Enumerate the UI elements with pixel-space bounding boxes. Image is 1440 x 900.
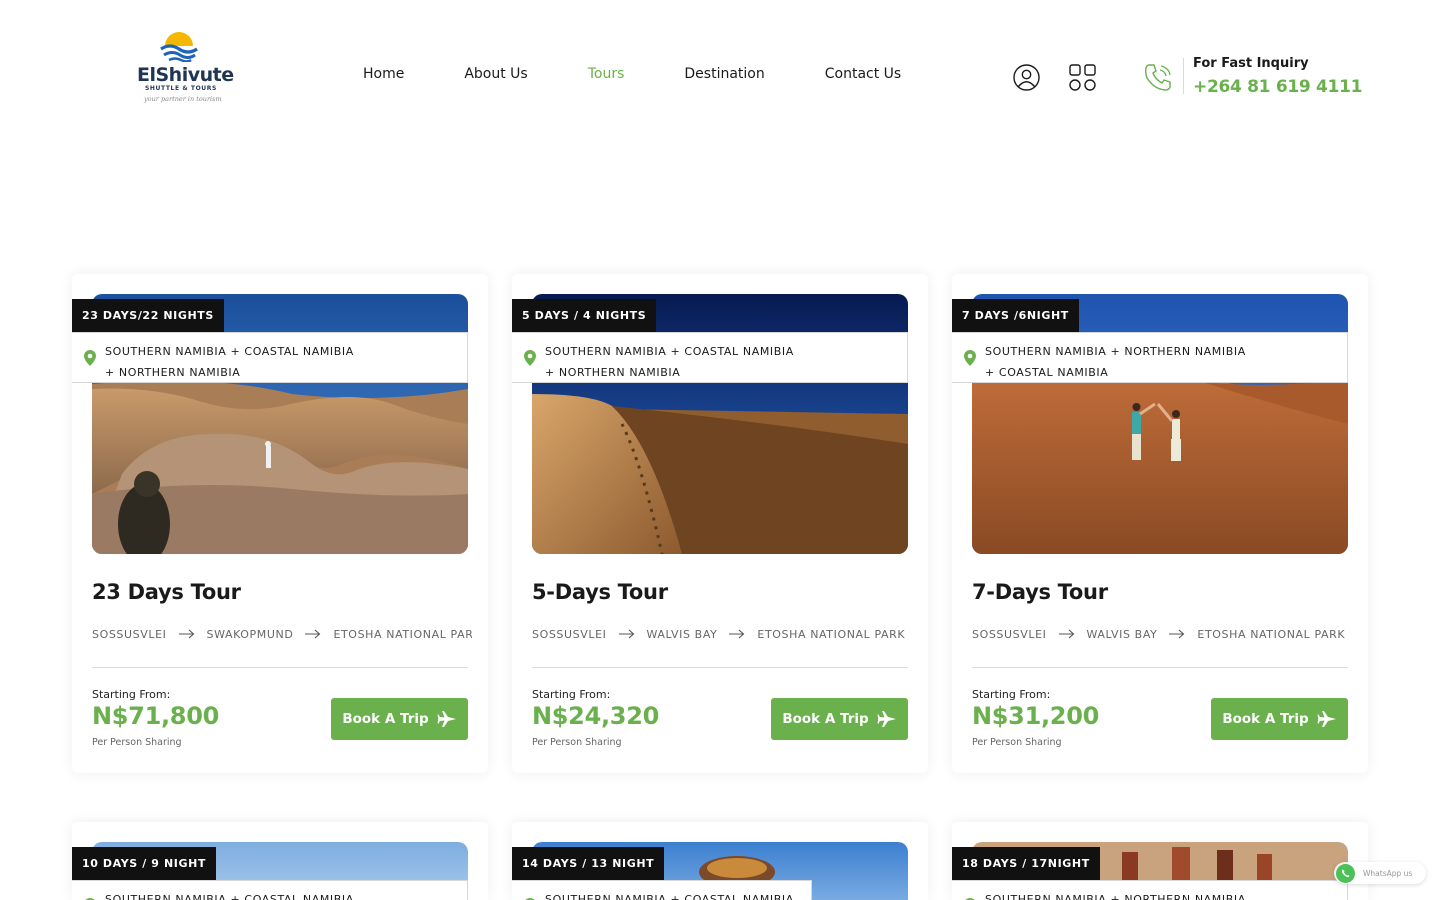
starting-from-label: Starting From: bbox=[972, 688, 1051, 701]
tour-location-line1: SOUTHERN NAMIBIA + COASTAL NAMIBIA bbox=[105, 893, 354, 900]
price-note: Per Person Sharing bbox=[972, 737, 1062, 748]
airplane-icon bbox=[437, 711, 456, 727]
card-divider bbox=[532, 667, 908, 668]
tour-duration-badge: 10 DAYS / 9 NIGHT bbox=[72, 847, 217, 880]
tour-price: N$24,320 bbox=[532, 702, 659, 730]
tour-duration-badge: 14 DAYS / 13 NIGHT bbox=[512, 847, 665, 880]
inquiry-divider bbox=[1183, 58, 1184, 94]
location-pin-icon bbox=[84, 350, 96, 366]
brand-tagline: your partner in tourism bbox=[144, 95, 222, 103]
airplane-icon bbox=[877, 711, 896, 727]
site-header: ElShivute SHUTTLE & TOURS your partner i… bbox=[0, 0, 1440, 150]
book-trip-label: Book A Trip bbox=[1222, 711, 1309, 727]
whatsapp-icon bbox=[1336, 863, 1355, 883]
tour-location-line1: SOUTHERN NAMIBIA + COASTAL NAMIBIA bbox=[545, 345, 794, 358]
tour-card: 5 DAYS / 4 NIGHTS SOUTHERN NAMIBIA + COA… bbox=[512, 274, 928, 773]
route-stop: WALVIS BAY bbox=[1086, 627, 1158, 641]
tour-location-line1: SOUTHERN NAMIBIA + COASTAL NAMIBIA bbox=[545, 893, 794, 900]
route-stop: SOSSUSVLEI bbox=[92, 627, 167, 641]
tour-card: 23 DAYS/22 NIGHTS SOUTHERN NAMIBIA + COA… bbox=[72, 274, 488, 773]
airplane-icon bbox=[1317, 711, 1336, 727]
nav-contact-us[interactable]: Contact Us bbox=[825, 66, 901, 88]
phone-call-icon bbox=[1144, 64, 1171, 91]
card-divider bbox=[972, 667, 1348, 668]
whatsapp-button[interactable]: WhatsApp us bbox=[1334, 862, 1426, 884]
book-trip-label: Book A Trip bbox=[782, 711, 869, 727]
tour-route: SOSSUSVLEI SWAKOPMUND ETOSHA NATIONAL PA… bbox=[92, 626, 472, 642]
route-stop: WALVIS BAY bbox=[646, 627, 718, 641]
arrow-right-icon bbox=[618, 629, 634, 639]
tour-location-box: SOUTHERN NAMIBIA + NORTHERN NAMIBIA + CO… bbox=[952, 332, 1348, 383]
tour-location-box: SOUTHERN NAMIBIA + NORTHERN NAMIBIA bbox=[952, 880, 1348, 900]
tour-route: SOSSUSVLEI WALVIS BAY ETOSHA NATIONAL PA… bbox=[972, 626, 1352, 642]
book-trip-label: Book A Trip bbox=[342, 711, 429, 727]
route-stop: SOSSUSVLEI bbox=[532, 627, 607, 641]
book-trip-button[interactable]: Book A Trip bbox=[771, 698, 908, 740]
tour-location-line2: + NORTHERN NAMIBIA bbox=[545, 366, 681, 379]
tour-location-line1: SOUTHERN NAMIBIA + COASTAL NAMIBIA bbox=[105, 345, 354, 358]
tour-location-box: SOUTHERN NAMIBIA + COASTAL NAMIBIA bbox=[72, 880, 468, 900]
arrow-right-icon bbox=[178, 629, 194, 639]
arrow-right-icon bbox=[305, 629, 321, 639]
tour-title[interactable]: 7-Days Tour bbox=[972, 580, 1108, 604]
tour-duration-badge: 18 DAYS / 17NIGHT bbox=[952, 847, 1100, 880]
starting-from-label: Starting From: bbox=[92, 688, 171, 701]
starting-from-label: Starting From: bbox=[532, 688, 611, 701]
tour-location-box: SOUTHERN NAMIBIA + COASTAL NAMIBIA + NOR… bbox=[512, 332, 908, 383]
main-nav: Home About Us Tours Destination Contact … bbox=[363, 66, 961, 88]
arrow-right-icon bbox=[729, 629, 745, 639]
tour-location-line2: + COASTAL NAMIBIA bbox=[985, 366, 1109, 379]
tour-price: N$71,800 bbox=[92, 702, 219, 730]
inquiry-phone[interactable]: +264 81 619 4111 bbox=[1193, 77, 1362, 97]
tour-card: 14 DAYS / 13 NIGHT SOUTHERN NAMIBIA + CO… bbox=[512, 822, 928, 900]
book-trip-button[interactable]: Book A Trip bbox=[1211, 698, 1348, 740]
arrow-right-icon bbox=[1058, 629, 1074, 639]
nav-tours[interactable]: Tours bbox=[588, 66, 625, 88]
tour-duration-badge: 5 DAYS / 4 NIGHTS bbox=[512, 299, 657, 332]
tour-card: 18 DAYS / 17NIGHT SOUTHERN NAMIBIA + NOR… bbox=[952, 822, 1368, 900]
tour-card: 7 DAYS /6NIGHT SOUTHERN NAMIBIA + NORTHE… bbox=[952, 274, 1368, 773]
tour-route: SOSSUSVLEI WALVIS BAY ETOSHA NATIONAL PA… bbox=[532, 626, 912, 642]
price-note: Per Person Sharing bbox=[92, 737, 182, 748]
route-stop: ETOSHA NATIONAL PARK bbox=[1197, 627, 1346, 641]
tour-title[interactable]: 23 Days Tour bbox=[92, 580, 241, 604]
tour-location-line2: + NORTHERN NAMIBIA bbox=[105, 366, 241, 379]
location-pin-icon bbox=[524, 350, 536, 366]
tour-duration-badge: 7 DAYS /6NIGHT bbox=[952, 299, 1079, 332]
grid-menu-icon[interactable] bbox=[1069, 64, 1096, 91]
brand-name: ElShivute bbox=[137, 64, 234, 86]
nav-home[interactable]: Home bbox=[363, 66, 404, 88]
tour-location-line1: SOUTHERN NAMIBIA + NORTHERN NAMIBIA bbox=[985, 345, 1246, 358]
tour-price: N$31,200 bbox=[972, 702, 1099, 730]
route-stop: ETOSHA NATIONAL PARK bbox=[757, 627, 906, 641]
tour-location-box: SOUTHERN NAMIBIA + COASTAL NAMIBIA bbox=[512, 880, 812, 900]
tour-location-box: SOUTHERN NAMIBIA + COASTAL NAMIBIA + NOR… bbox=[72, 332, 468, 383]
nav-about-us[interactable]: About Us bbox=[464, 66, 527, 88]
route-stop: SWAKOPMUND bbox=[206, 627, 294, 641]
whatsapp-label: WhatsApp us bbox=[1363, 868, 1413, 878]
nav-destination[interactable]: Destination bbox=[684, 66, 764, 88]
tour-title[interactable]: 5-Days Tour bbox=[532, 580, 668, 604]
brand-logo[interactable]: ElShivute SHUTTLE & TOURS your partner i… bbox=[134, 28, 234, 110]
book-trip-button[interactable]: Book A Trip bbox=[331, 698, 468, 740]
route-stop: SOSSUSVLEI bbox=[972, 627, 1047, 641]
route-stop: ETOSHA NATIONAL PARK bbox=[333, 627, 472, 641]
brand-subtitle: SHUTTLE & TOURS bbox=[145, 85, 217, 92]
location-pin-icon bbox=[964, 350, 976, 366]
inquiry-label: For Fast Inquiry bbox=[1193, 56, 1309, 71]
tour-location-line1: SOUTHERN NAMIBIA + NORTHERN NAMIBIA bbox=[985, 893, 1246, 900]
price-note: Per Person Sharing bbox=[532, 737, 622, 748]
user-account-icon[interactable] bbox=[1013, 64, 1040, 91]
arrow-right-icon bbox=[1169, 629, 1185, 639]
tour-card: 10 DAYS / 9 NIGHT SOUTHERN NAMIBIA + COA… bbox=[72, 822, 488, 900]
tour-duration-badge: 23 DAYS/22 NIGHTS bbox=[72, 299, 224, 332]
sun-waves-logo-icon bbox=[160, 32, 198, 62]
card-divider bbox=[92, 667, 468, 668]
